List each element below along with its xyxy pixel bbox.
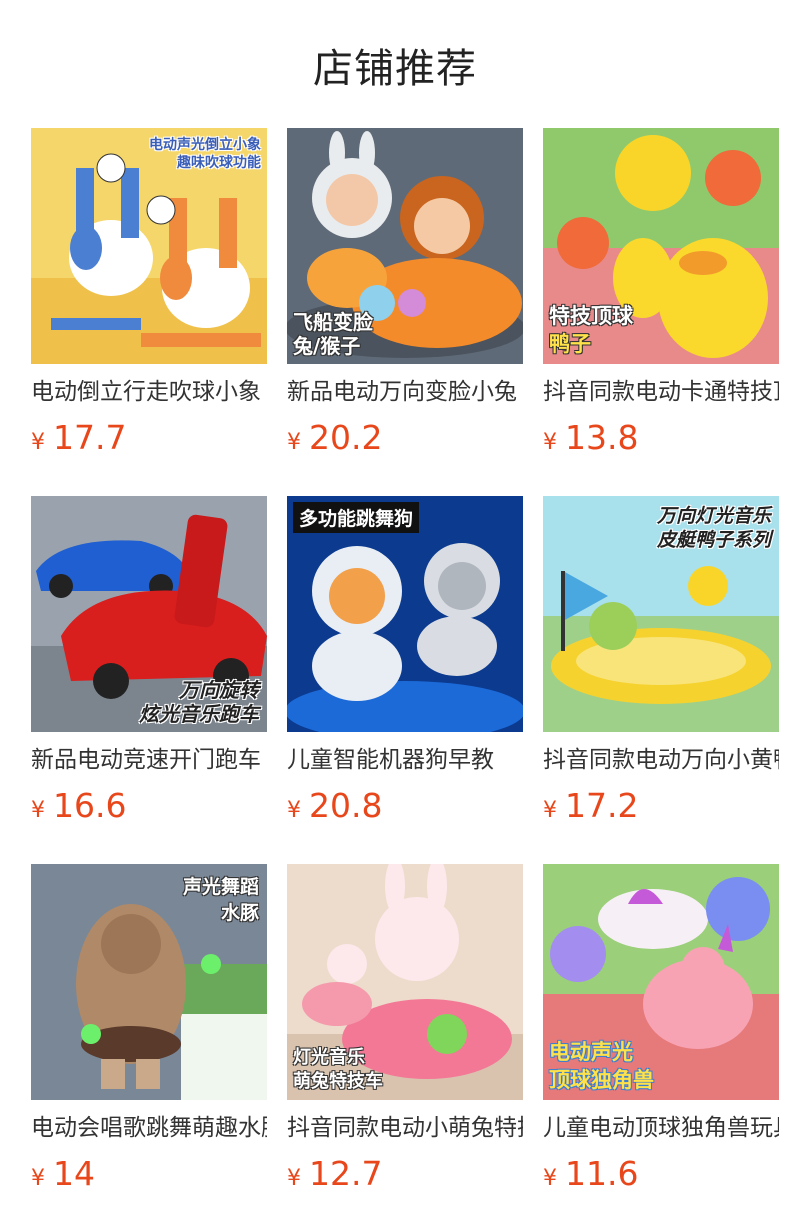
image-caption: 趣味吹球功能 [177,155,261,171]
currency-symbol: ¥ [287,430,301,455]
product-image[interactable]: 万向灯光音乐 皮艇鸭子系列 [543,496,779,732]
product-price: ¥20.2 [287,417,382,459]
product-name[interactable]: 新品电动竞速开门跑车 [31,743,267,777]
product-price: ¥12.7 [287,1153,382,1195]
image-caption: 飞船变脸 [293,310,373,334]
price-value: 12.7 [309,1154,383,1193]
product-image[interactable]: 电动声光倒立小象 趣味吹球功能 [31,128,267,364]
product-price: ¥16.6 [31,785,126,827]
price-value: 17.2 [565,786,639,825]
price-value: 13.8 [565,418,639,457]
product-name[interactable]: 抖音同款电动万向小黄鸭皮艇 [543,743,779,777]
product-image[interactable]: 灯光音乐 萌兔特技车 [287,864,523,1100]
image-caption: 鸭子 [549,332,591,356]
product-card[interactable]: 电动声光 顶球独角兽 儿童电动顶球独角兽玩具 ¥11.6 [543,864,779,1194]
currency-symbol: ¥ [31,798,45,823]
image-caption: 炫光音乐跑车 [139,702,259,726]
currency-symbol: ¥ [543,1166,557,1191]
product-image[interactable]: 万向旋转 炫光音乐跑车 [31,496,267,732]
page-title: 店铺推荐 [313,46,477,92]
currency-symbol: ¥ [543,798,557,823]
product-card[interactable]: 声光舞蹈 水豚 电动会唱歌跳舞萌趣水豚 ¥14 [31,864,267,1194]
image-caption: 特技顶球 [549,304,633,328]
currency-symbol: ¥ [287,798,301,823]
price-value: 20.8 [309,786,383,825]
product-price: ¥17.7 [31,417,126,459]
price-value: 11.6 [565,1154,639,1193]
image-caption: 电动声光 [549,1040,633,1064]
product-image[interactable]: 多功能跳舞狗 [287,496,523,732]
image-caption: 万向灯光音乐 [656,505,771,527]
image-caption: 灯光音乐 [293,1047,365,1068]
product-price: ¥13.8 [543,417,638,459]
price-value: 14 [53,1154,95,1193]
product-card[interactable]: 电动声光倒立小象 趣味吹球功能 电动倒立行走吹球小象 ¥17.7 [31,128,267,458]
product-name[interactable]: 抖音同款电动小萌兔特技车 [287,1111,523,1145]
price-value: 16.6 [53,786,127,825]
product-image[interactable]: 电动声光 顶球独角兽 [543,864,779,1100]
image-caption: 多功能跳舞狗 [299,508,414,530]
image-caption: 声光舞蹈 [182,876,259,898]
product-name[interactable]: 儿童智能机器狗早教 [287,743,523,777]
product-name[interactable]: 儿童电动顶球独角兽玩具 [543,1111,779,1145]
product-price: ¥11.6 [543,1153,638,1195]
price-value: 20.2 [309,418,383,457]
product-image[interactable]: 特技顶球 鸭子 [543,128,779,364]
image-caption: 万向旋转 [179,678,259,702]
image-caption: 电动声光倒立小象 [149,137,261,153]
product-card[interactable]: 万向灯光音乐 皮艇鸭子系列 抖音同款电动万向小黄鸭皮艇 ¥17.2 [543,496,779,826]
product-card[interactable]: 特技顶球 鸭子 抖音同款电动卡通特技顶球鸭子 ¥13.8 [543,128,779,458]
product-name[interactable]: 抖音同款电动卡通特技顶球鸭子 [543,375,779,409]
product-price: ¥20.8 [287,785,382,827]
product-card[interactable]: 飞船变脸 兔/猴子 新品电动万向变脸小兔 ¥20.2 [287,128,523,458]
currency-symbol: ¥ [287,1166,301,1191]
product-price: ¥17.2 [543,785,638,827]
image-caption: 顶球独角兽 [549,1068,654,1092]
product-name[interactable]: 新品电动万向变脸小兔 [287,375,523,409]
currency-symbol: ¥ [31,430,45,455]
product-price: ¥14 [31,1153,95,1195]
product-name[interactable]: 电动倒立行走吹球小象 [31,375,267,409]
product-card[interactable]: 多功能跳舞狗 儿童智能机器狗早教 ¥20.8 [287,496,523,826]
product-card[interactable]: 万向旋转 炫光音乐跑车 新品电动竞速开门跑车 ¥16.6 [31,496,267,826]
image-caption: 水豚 [220,902,259,924]
currency-symbol: ¥ [543,430,557,455]
currency-symbol: ¥ [31,1166,45,1191]
image-caption: 兔/猴子 [293,334,361,358]
product-name[interactable]: 电动会唱歌跳舞萌趣水豚 [31,1111,267,1145]
price-value: 17.7 [53,418,127,457]
product-card[interactable]: 灯光音乐 萌兔特技车 抖音同款电动小萌兔特技车 ¥12.7 [287,864,523,1194]
image-caption: 皮艇鸭子系列 [656,529,771,551]
image-caption: 萌兔特技车 [293,1071,383,1092]
product-image[interactable]: 飞船变脸 兔/猴子 [287,128,523,364]
product-image[interactable]: 声光舞蹈 水豚 [31,864,267,1100]
